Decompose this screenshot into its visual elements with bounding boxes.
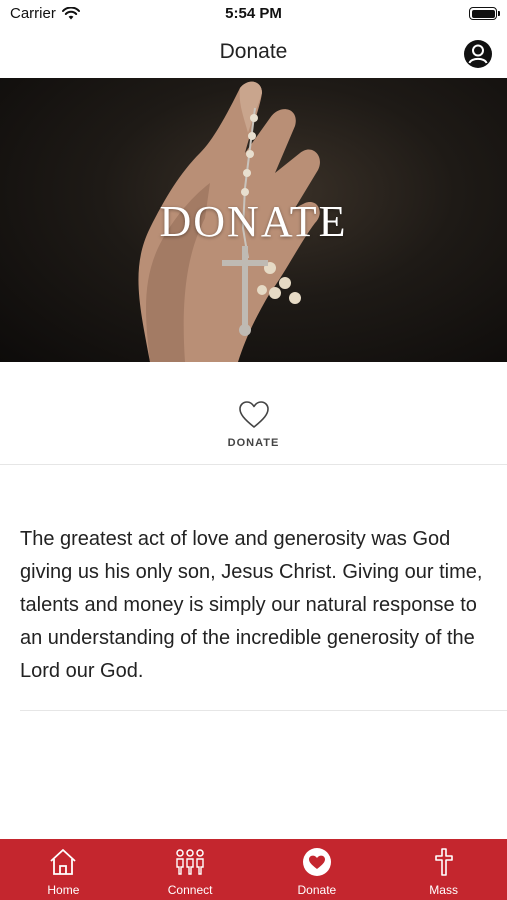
- tab-donate[interactable]: Donate: [254, 839, 381, 900]
- people-icon: [176, 849, 204, 875]
- tab-label-donate: Donate: [297, 883, 337, 897]
- heart-circle-icon: [302, 848, 331, 876]
- battery-icon: [469, 7, 500, 20]
- profile-icon[interactable]: [463, 39, 493, 69]
- page-title: Donate: [219, 40, 288, 63]
- tab-label-home: Home: [47, 883, 80, 897]
- hero-title: DONATE: [159, 197, 348, 246]
- tab-bar: Home Connect Donate Mass: [0, 839, 507, 900]
- tab-label-connect: Connect: [167, 883, 213, 897]
- cross-icon: [434, 848, 453, 876]
- status-bar: Carrier 5:54 PM: [0, 0, 507, 30]
- heart-icon: [239, 401, 269, 428]
- tab-home[interactable]: Home: [0, 839, 127, 900]
- tab-mass[interactable]: Mass: [380, 839, 507, 900]
- home-icon: [50, 849, 76, 875]
- hero-banner: DONATE: [0, 78, 507, 362]
- tab-label-mass: Mass: [429, 883, 458, 897]
- donate-label: DONATE: [227, 437, 280, 449]
- navigation-bar: Donate: [0, 30, 507, 78]
- donate-action[interactable]: DONATE: [0, 362, 507, 465]
- status-time: 5:54 PM: [225, 5, 282, 22]
- tab-connect[interactable]: Connect: [127, 839, 254, 900]
- divider: [20, 710, 507, 711]
- donation-description: The greatest act of love and generosity …: [20, 528, 483, 682]
